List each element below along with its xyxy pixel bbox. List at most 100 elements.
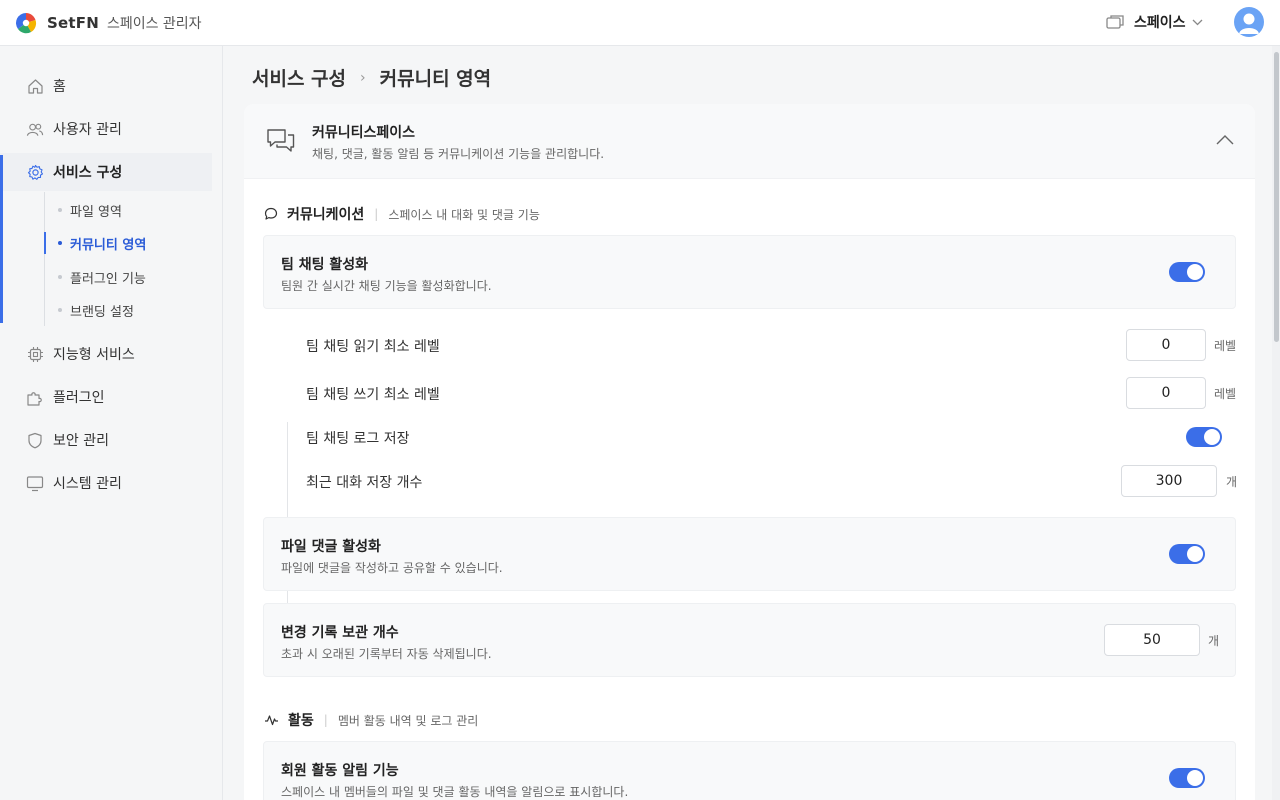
submenu-guide-line	[44, 192, 45, 326]
sidebar-item-users[interactable]: 사용자 관리	[0, 110, 212, 148]
read-level-label: 팀 채팅 읽기 최소 레벨	[306, 339, 440, 355]
recent-count-input[interactable]	[1121, 465, 1217, 497]
bullet-icon	[58, 208, 62, 212]
setting-history-count: 변경 기록 보관 개수 초과 시 오래된 기록부터 자동 삭제됩니다. 개	[263, 603, 1236, 677]
sidebar-item-label: 시스템 관리	[53, 476, 122, 492]
sidebar-item-intelligent-service[interactable]: 지능형 서비스	[0, 335, 212, 373]
chip-icon	[26, 345, 44, 363]
section-description: 멤버 활동 내역 및 로그 관리	[337, 713, 479, 728]
user-avatar-icon	[1239, 13, 1259, 34]
sidebar-subitem-plugin-features[interactable]: 플러그인 기능	[58, 266, 146, 288]
home-icon	[26, 77, 44, 95]
setting-title: 팀 채팅 활성화	[281, 257, 369, 273]
toggle-knob	[1187, 546, 1203, 562]
team-chat-toggle[interactable]	[1169, 262, 1205, 282]
submenu-active-indicator	[44, 232, 46, 254]
setting-description: 팀원 간 실시간 채팅 기능을 활성화합니다.	[281, 279, 492, 293]
section-title: 활동	[288, 713, 314, 729]
toggle-knob	[1204, 429, 1220, 445]
read-level-unit: 레벨	[1214, 339, 1237, 353]
setting-description: 스페이스 내 멤버들의 파일 및 댓글 활동 내역을 알림으로 표시합니다.	[281, 785, 629, 799]
sidebar-subitem-label: 커뮤니티 영역	[70, 237, 147, 253]
sidebar-item-system[interactable]: 시스템 관리	[0, 464, 212, 502]
toggle-knob	[1187, 770, 1203, 786]
users-icon	[26, 120, 44, 138]
setting-team-chat: 팀 채팅 활성화 팀원 간 실시간 채팅 기능을 활성화합니다.	[263, 235, 1236, 309]
sidebar-item-plugin[interactable]: 플러그인	[0, 378, 212, 416]
active-indicator	[0, 155, 3, 323]
bullet-icon	[58, 308, 62, 312]
top-bar: SetFN 스페이스 관리자 스페이스	[0, 0, 1280, 46]
activity-pulse-icon	[264, 714, 279, 726]
card-description: 채팅, 댓글, 활동 알림 등 커뮤니케이션 기능을 관리합니다.	[312, 147, 605, 161]
shield-icon	[26, 431, 44, 449]
puzzle-icon	[26, 388, 44, 406]
gear-icon	[26, 163, 44, 181]
sidebar-subitem-label: 브랜딩 설정	[70, 304, 134, 320]
breadcrumb: 서비스 구성 › 커뮤니티 영역	[252, 64, 491, 91]
app-subtitle: 스페이스 관리자	[106, 15, 202, 32]
write-level-unit: 레벨	[1214, 387, 1237, 401]
chevron-up-icon[interactable]	[1216, 134, 1234, 145]
breadcrumb-current: 커뮤니티 영역	[379, 68, 492, 90]
history-count-unit: 개	[1208, 634, 1220, 648]
sidebar-subitem-label: 파일 영역	[70, 204, 122, 220]
space-selector-label: 스페이스	[1134, 15, 1186, 31]
sidebar-item-label: 플러그인	[53, 390, 105, 406]
card-header: 커뮤니티스페이스 채팅, 댓글, 활동 알림 등 커뮤니케이션 기능을 관리합니…	[244, 104, 1255, 179]
scrollbar-thumb[interactable]	[1274, 52, 1279, 342]
chevron-right-icon: ›	[360, 69, 366, 86]
sidebar-item-service-config[interactable]: 서비스 구성	[0, 153, 212, 191]
recent-count-unit: 개	[1226, 475, 1238, 489]
write-level-label: 팀 채팅 쓰기 최소 레벨	[306, 387, 440, 403]
section-divider: |	[374, 207, 379, 221]
sidebar-item-security[interactable]: 보안 관리	[0, 421, 212, 459]
section-divider: |	[323, 713, 328, 727]
sidebar-item-label: 지능형 서비스	[53, 347, 135, 363]
bullet-icon	[58, 275, 62, 279]
sidebar: 홈 사용자 관리 서비스 구성 파일 영역 커뮤니티 영역 플러그인 기능 브랜…	[0, 46, 223, 800]
file-comment-toggle[interactable]	[1169, 544, 1205, 564]
window-icon	[1106, 15, 1124, 29]
breadcrumb-parent[interactable]: 서비스 구성	[252, 64, 346, 91]
logo-mark-icon	[15, 12, 37, 33]
card-title: 커뮤니티스페이스	[312, 125, 416, 141]
setting-description: 초과 시 오래된 기록부터 자동 삭제됩니다.	[281, 647, 492, 661]
monitor-icon	[26, 474, 44, 492]
chat-bubbles-icon	[267, 129, 295, 152]
section-activity: 활동 | 멤버 활동 내역 및 로그 관리	[264, 710, 478, 730]
sidebar-item-home[interactable]: 홈	[0, 67, 212, 105]
activity-notify-toggle[interactable]	[1169, 768, 1205, 788]
sidebar-subitem-file-area[interactable]: 파일 영역	[58, 199, 122, 221]
setting-activity-notify: 회원 활동 알림 기능 스페이스 내 멤버들의 파일 및 댓글 활동 내역을 알…	[263, 741, 1236, 800]
setting-description: 파일에 댓글을 작성하고 공유할 수 있습니다.	[281, 561, 503, 575]
toggle-knob	[1187, 264, 1203, 280]
history-count-input[interactable]	[1104, 624, 1200, 656]
read-level-input[interactable]	[1126, 329, 1206, 361]
sidebar-item-label: 홈	[53, 79, 66, 95]
sidebar-subitem-branding[interactable]: 브랜딩 설정	[58, 299, 134, 321]
settings-card: 커뮤니티스페이스 채팅, 댓글, 활동 알림 등 커뮤니케이션 기능을 관리합니…	[244, 104, 1255, 800]
setting-file-comment: 파일 댓글 활성화 파일에 댓글을 작성하고 공유할 수 있습니다.	[263, 517, 1236, 591]
space-selector[interactable]: 스페이스	[1106, 12, 1203, 32]
sidebar-item-label: 사용자 관리	[53, 122, 122, 138]
avatar[interactable]	[1234, 7, 1264, 37]
speech-bubble-icon	[264, 207, 278, 221]
section-communication: 커뮤니케이션 | 스페이스 내 대화 및 댓글 기능	[264, 204, 540, 224]
setting-title: 파일 댓글 활성화	[281, 539, 381, 555]
sidebar-subitem-label: 플러그인 기능	[70, 271, 146, 287]
recent-count-label: 최근 대화 저장 개수	[306, 475, 423, 491]
section-description: 스페이스 내 대화 및 댓글 기능	[388, 207, 540, 222]
setting-title: 변경 기록 보관 개수	[281, 625, 399, 641]
section-title: 커뮤니케이션	[287, 207, 365, 223]
logo[interactable]: SetFN 스페이스 관리자	[15, 12, 202, 34]
chat-log-toggle[interactable]	[1186, 427, 1222, 447]
sidebar-item-label: 보안 관리	[53, 433, 109, 449]
sidebar-subitem-community-area[interactable]: 커뮤니티 영역	[58, 232, 146, 254]
brand-name: SetFN	[47, 13, 99, 32]
setting-title: 회원 활동 알림 기능	[281, 763, 399, 779]
write-level-input[interactable]	[1126, 377, 1206, 409]
bullet-icon	[58, 241, 62, 245]
chevron-down-icon	[1192, 19, 1202, 25]
sidebar-item-label: 서비스 구성	[53, 165, 123, 181]
